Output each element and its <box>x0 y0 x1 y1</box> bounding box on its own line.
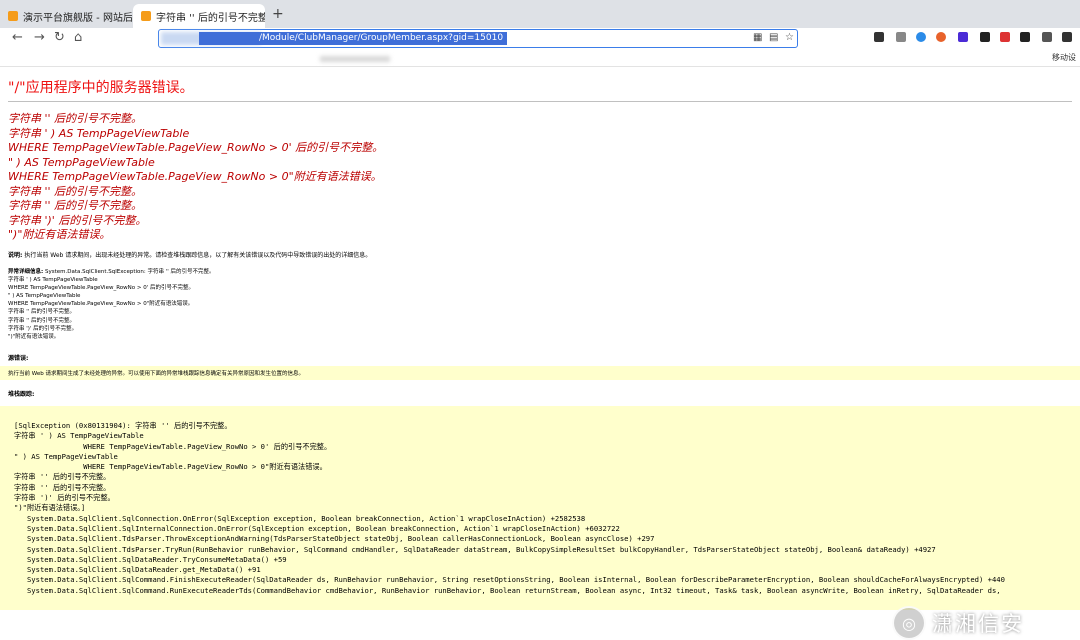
error-heading-line: 字符串 '' 后的引号不完整。 <box>8 199 143 212</box>
stack-trace-label: 堆栈跟踪: <box>8 391 35 398</box>
stack-trace-box: [SqlException (0x80131904): 字符串 '' 后的引号不… <box>0 406 1080 610</box>
mobile-bookmarks[interactable]: 移动设 <box>1052 52 1076 63</box>
error-heading: 字符串 '' 后的引号不完整。 字符串 ' ) AS TempPageViewTa… <box>8 112 808 243</box>
qr-code-icon[interactable]: ▦ <box>753 32 762 43</box>
extension-icon[interactable] <box>980 32 990 42</box>
crop-icon[interactable] <box>874 32 884 42</box>
error-heading-line: 字符串 '' 后的引号不完整。 <box>8 184 143 198</box>
tab-error[interactable]: 字符串 '' 后的引号不完整。<br/> ✕ <box>133 4 265 28</box>
back-icon[interactable]: ← <box>12 30 23 45</box>
watermark-text: 潇湘信安 <box>932 612 1024 636</box>
wechat-logo-icon: ◎ <box>892 606 926 640</box>
browser-toolbar: ← → ↻ ⌂ /Module/ClubManager/GroupMember.… <box>0 28 1080 50</box>
source-error-box: 执行当前 Web 请求期间生成了未经处理的异常。可以使用下面的异常堆栈跟踪信息确… <box>0 366 1080 380</box>
extension-icon[interactable] <box>1042 32 1052 42</box>
url-text: /Module/ClubManager/GroupMember.aspx?gid… <box>199 32 508 45</box>
source-error-label: 源错误: <box>8 355 29 362</box>
location-icon[interactable] <box>916 32 926 42</box>
forward-icon[interactable]: → <box>34 30 45 45</box>
tab-title: 演示平台旗舰版 - 网站后台管理 <box>23 12 132 24</box>
site-favicon-icon <box>141 11 151 21</box>
watermark: ◎ 潇湘信安 <box>892 606 1024 640</box>
error-heading-line: WHERE TempPageViewTable.PageView_RowNo >… <box>8 141 384 154</box>
reader-icon[interactable]: ▤ <box>769 32 778 43</box>
exception-details: 异常详细信息: System.Data.SqlClient.SqlExcepti… <box>8 268 214 341</box>
extension-icon[interactable] <box>1000 32 1010 42</box>
menu-icon[interactable] <box>1062 32 1072 42</box>
description: 说明: 执行当前 Web 请求期间，出现未经处理的异常。请检查堆栈跟踪信息，以了… <box>8 250 371 259</box>
exception-text: System.Data.SqlClient.SqlException: 字符串 … <box>8 269 215 340</box>
description-text: 执行当前 Web 请求期间，出现未经处理的异常。请检查堆栈跟踪信息，以了解有关该… <box>24 252 372 259</box>
tab-strip: 演示平台旗舰版 - 网站后台管理 ✕ 字符串 '' 后的引号不完整。<br/> … <box>0 0 1080 28</box>
source-error-text: 执行当前 Web 请求期间生成了未经处理的异常。可以使用下面的异常堆栈跟踪信息确… <box>8 371 304 377</box>
site-favicon-icon <box>8 11 18 21</box>
error-heading-line: 字符串 ')' 后的引号不完整。 <box>8 213 147 227</box>
redacted-bookmark <box>320 56 390 62</box>
star-icon[interactable]: ☆ <box>785 32 794 43</box>
error-heading-line: 字符串 '' 后的引号不完整。 <box>8 112 143 125</box>
bookmarks-bar: 移动设 <box>0 50 1080 67</box>
home-icon[interactable]: ⌂ <box>74 30 82 45</box>
reload-icon[interactable]: ↻ <box>54 30 65 45</box>
tab-title: 字符串 '' 后的引号不完整。<br/> <box>156 12 265 24</box>
new-tab-icon[interactable]: + <box>272 6 284 22</box>
stack-trace-text: [SqlException (0x80131904): 字符串 '' 后的引号不… <box>14 421 1005 595</box>
extension-icon[interactable] <box>1020 32 1030 42</box>
extension-icon[interactable] <box>936 32 946 42</box>
error-heading-line: 字符串 ' ) AS TempPageViewTable <box>8 126 190 140</box>
undo-icon[interactable] <box>896 32 906 42</box>
error-page: "/"应用程序中的服务器错误。 字符串 '' 后的引号不完整。 字符串 ' ) A… <box>0 66 1080 640</box>
error-heading-line: WHERE TempPageViewTable.PageView_RowNo >… <box>8 170 382 183</box>
description-label: 说明: <box>8 252 23 259</box>
tab-admin[interactable]: 演示平台旗舰版 - 网站后台管理 ✕ <box>0 4 132 28</box>
error-heading-line: " ) AS TempPageViewTable <box>8 155 155 169</box>
exception-label: 异常详细信息: <box>8 269 44 275</box>
divider <box>8 101 1072 102</box>
error-heading-line: ")"附近有语法错误。 <box>8 228 111 241</box>
extension-icon[interactable] <box>958 32 968 42</box>
address-bar[interactable]: /Module/ClubManager/GroupMember.aspx?gid… <box>158 29 798 48</box>
page-title: "/"应用程序中的服务器错误。 <box>8 80 194 96</box>
